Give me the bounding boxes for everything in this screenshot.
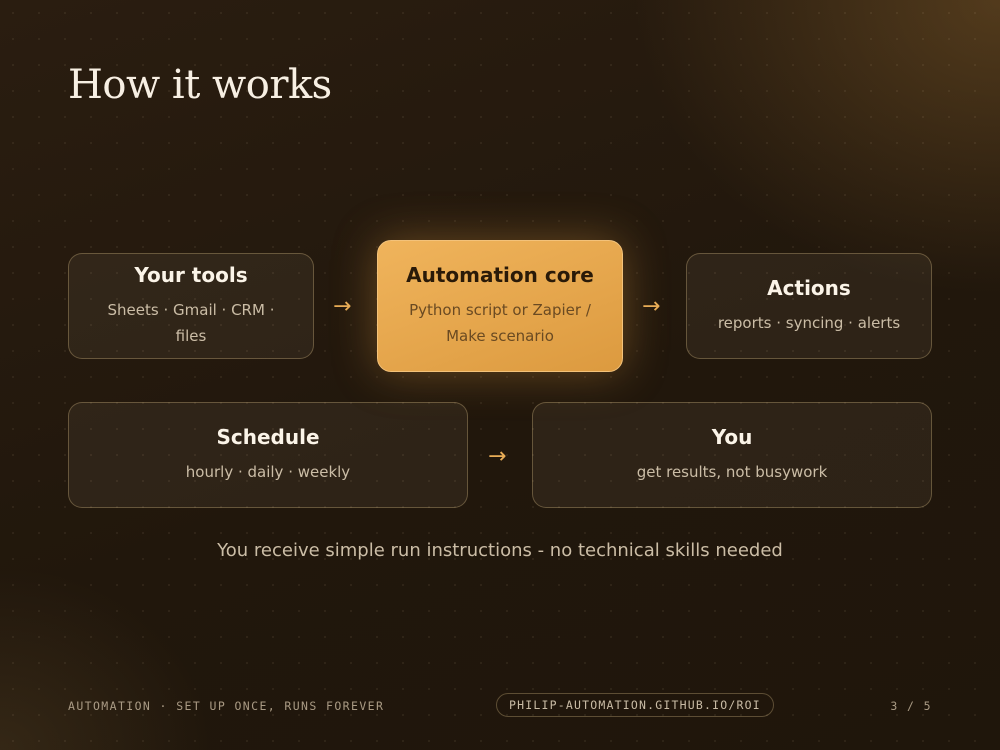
node-automation-core-heading: Automation core	[406, 263, 594, 287]
node-your-tools-heading: Your tools	[134, 263, 248, 287]
node-actions-heading: Actions	[767, 276, 851, 300]
node-automation-core: Automation core Python script or Zapier …	[377, 240, 623, 372]
footer-url-link[interactable]: PHILIP-AUTOMATION.GITHUB.IO/ROI	[496, 693, 774, 717]
dot-grid-background	[0, 0, 1000, 750]
node-you-detail: get results, not busywork	[636, 463, 828, 481]
arrow-icon-core-to-actions: →	[642, 294, 661, 319]
page-title: How it works	[68, 62, 332, 108]
node-actions-detail: reports · syncing · alerts	[717, 314, 901, 332]
node-schedule-detail: hourly · daily · weekly	[185, 463, 351, 481]
node-schedule-heading: Schedule	[216, 425, 320, 449]
footnote-text: You receive simple run instructions - no…	[217, 540, 783, 561]
node-actions: Actions reports · syncing · alerts	[686, 253, 932, 359]
page-counter: 3 / 5	[890, 699, 932, 713]
node-schedule: Schedule hourly · daily · weekly	[68, 402, 468, 508]
node-your-tools: Your tools Sheets · Gmail · CRM · files	[68, 253, 314, 359]
node-you-heading: You	[711, 425, 753, 449]
node-you: You get results, not busywork	[532, 402, 932, 508]
node-automation-core-detail: Python script or Zapier / Make scenario	[409, 301, 591, 345]
node-your-tools-detail: Sheets · Gmail · CRM · files	[107, 301, 275, 345]
arrow-icon-schedule-to-you: →	[488, 444, 507, 469]
arrow-icon-tools-to-core: →	[333, 294, 352, 319]
footer-tagline: AUTOMATION · SET UP ONCE, RUNS FOREVER	[68, 699, 385, 713]
